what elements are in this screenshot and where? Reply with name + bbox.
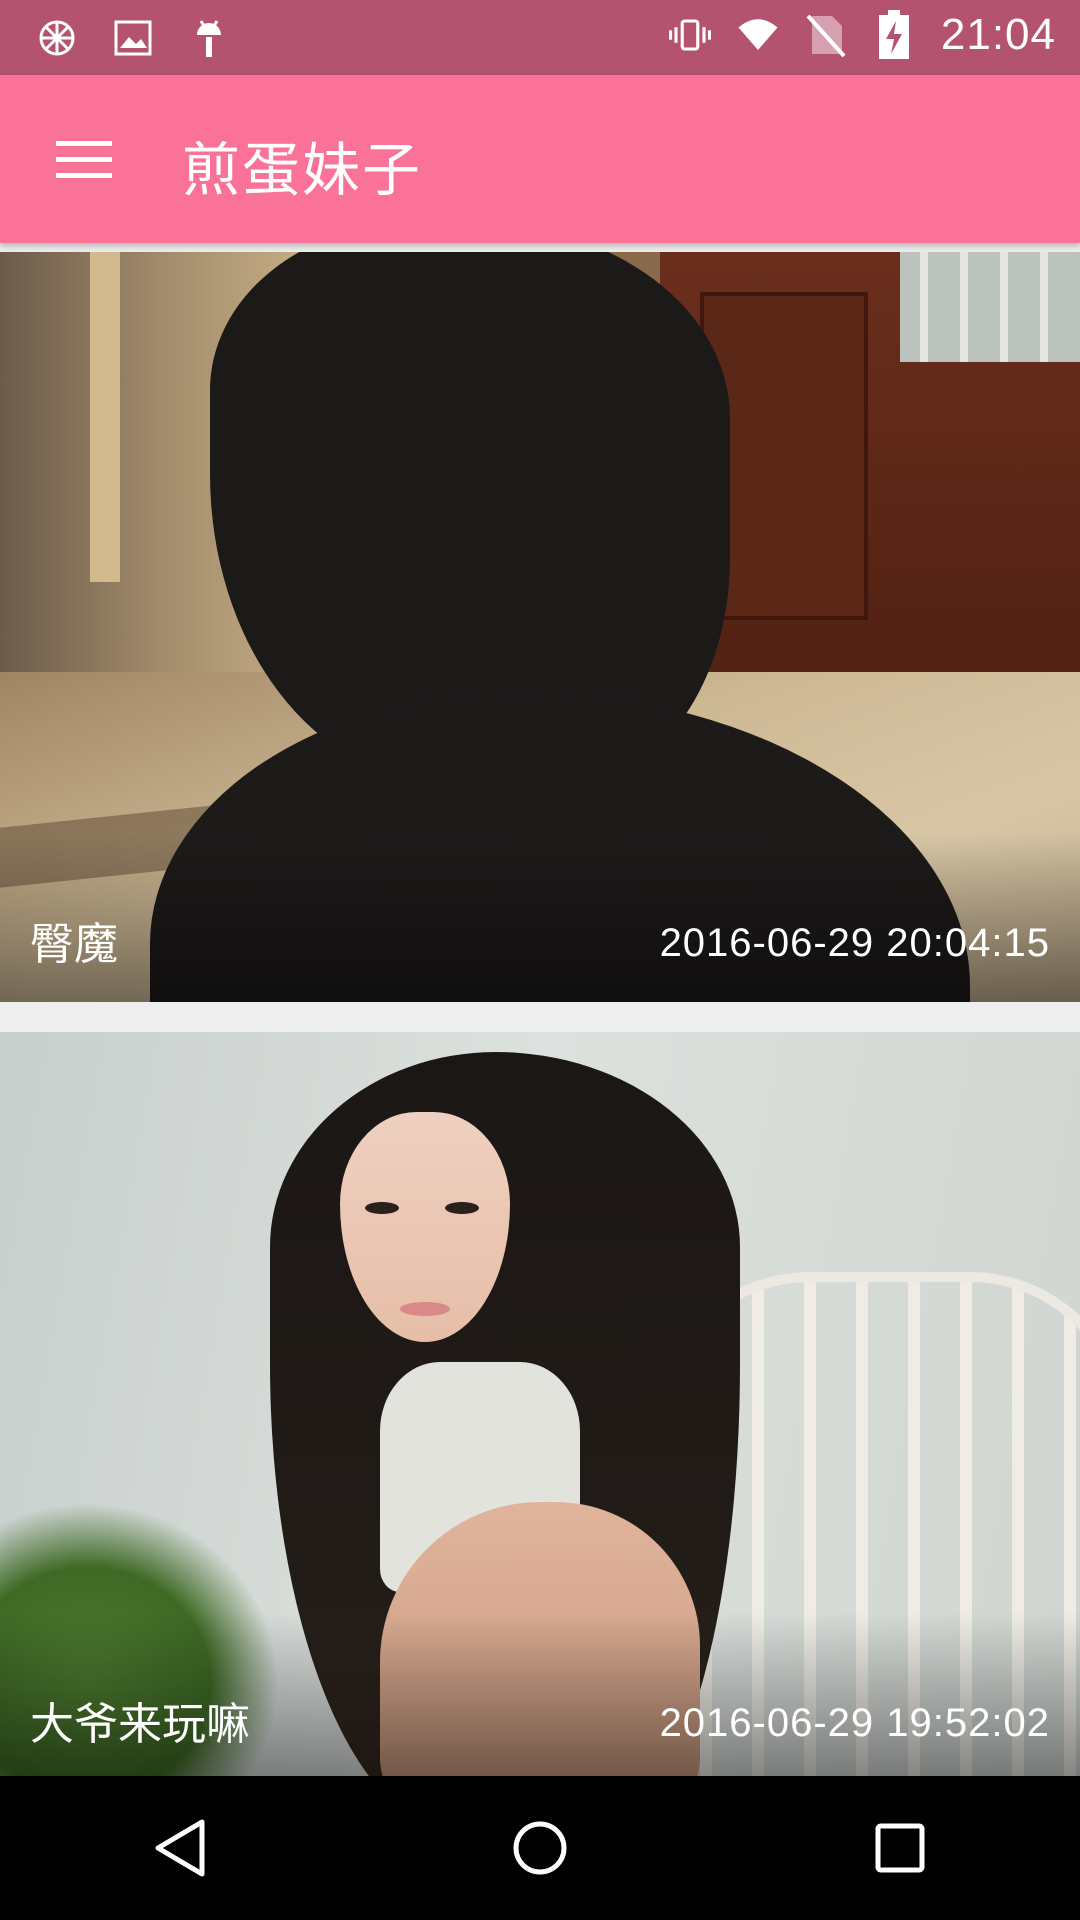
card-date: 2016-06-29 20:04:15: [659, 921, 1050, 965]
home-icon: [513, 1821, 567, 1875]
notification-icons: [36, 14, 230, 62]
no-sim-icon: [805, 11, 847, 59]
card-title: 大爷来玩嘛: [30, 1699, 250, 1750]
image-feed[interactable]: 臀魔 2016-06-29 20:04:15 大爷来玩嘛 2016-06-29 …: [0, 252, 1080, 1812]
caption-gradient: [0, 832, 1080, 1002]
status-bar: 21:04: [0, 0, 1080, 75]
menu-button[interactable]: [40, 119, 128, 199]
recents-button[interactable]: [840, 1788, 960, 1908]
vibrate-icon: [668, 11, 711, 59]
recents-icon: [875, 1823, 925, 1873]
hamburger-menu-icon: [56, 141, 112, 178]
battery-charging-icon: [873, 10, 915, 59]
navigation-bar: [0, 1776, 1080, 1920]
system-icons: 21:04: [668, 10, 1056, 60]
back-button[interactable]: [120, 1788, 240, 1908]
wifi-icon: [737, 11, 779, 59]
clock: 21:04: [940, 10, 1056, 59]
page-title: 煎蛋妹子: [182, 136, 423, 204]
card-title: 臀魔: [30, 919, 118, 970]
feed-card[interactable]: 大爷来玩嘛 2016-06-29 19:52:02: [0, 1032, 1080, 1782]
app-notification-icon: [36, 14, 78, 62]
back-icon: [155, 1819, 205, 1877]
feed-card[interactable]: 臀魔 2016-06-29 20:04:15: [0, 252, 1080, 1002]
card-date: 2016-06-29 19:52:02: [659, 1701, 1050, 1745]
home-button[interactable]: [480, 1788, 600, 1908]
app-bar: 煎蛋妹子: [0, 75, 1080, 243]
android-debug-icon: [188, 14, 230, 62]
image-notification-icon: [112, 14, 154, 62]
